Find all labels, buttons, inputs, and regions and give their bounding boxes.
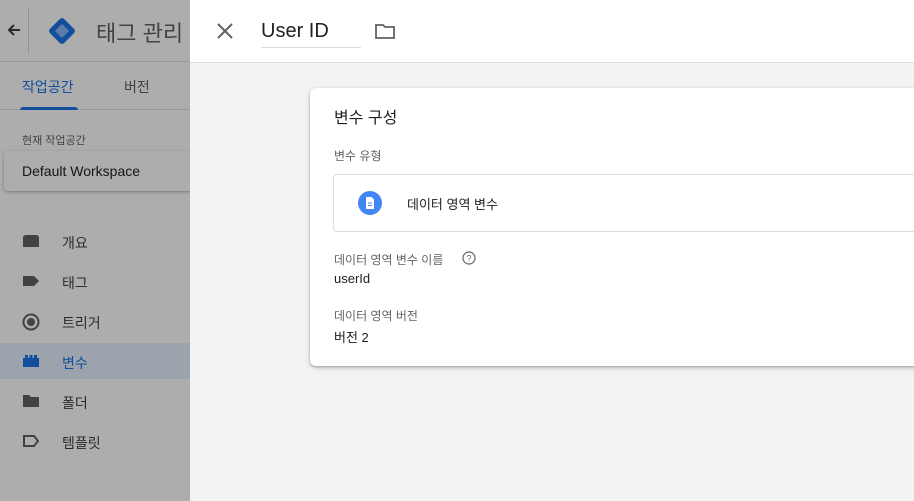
help-icon[interactable]: ? (462, 251, 476, 265)
document-icon (358, 191, 382, 215)
card-title: 변수 구성 (334, 110, 398, 127)
panel-header: User ID (190, 0, 914, 63)
variable-type-label: 변수 유형 (334, 149, 382, 163)
variable-name-input[interactable]: User ID (261, 16, 361, 48)
close-icon[interactable] (214, 20, 236, 42)
folder-icon[interactable] (374, 20, 396, 42)
data-layer-name-value: userId (334, 271, 371, 286)
modal-scrim[interactable] (0, 0, 190, 501)
variable-type-selector[interactable]: 데이터 영역 변수 (333, 174, 914, 232)
data-layer-name-label: 데이터 영역 변수 이름 (334, 253, 444, 267)
data-layer-version-label: 데이터 영역 버전 (334, 309, 418, 323)
data-layer-version-value: 버전 2 (334, 330, 369, 345)
variable-editor-panel: User ID 변수 구성 변수 유형 데이터 영역 변수 데이터 영역 변수 … (190, 0, 914, 501)
svg-text:?: ? (466, 254, 471, 264)
variable-configuration-card[interactable]: 변수 구성 변수 유형 데이터 영역 변수 데이터 영역 변수 이름 ? use… (310, 88, 914, 366)
variable-type-value: 데이터 영역 변수 (407, 197, 498, 212)
